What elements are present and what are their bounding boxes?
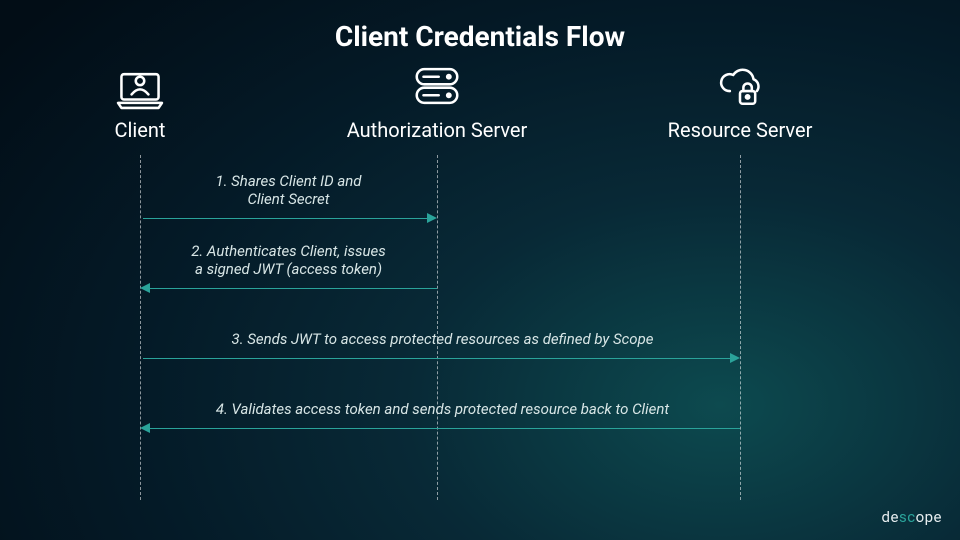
actor-auth-label: Authorization Server <box>337 118 537 142</box>
msg-4-arrow <box>150 428 740 429</box>
msg-1-label: 1. Shares Client ID and Client Secret <box>145 172 432 208</box>
msg-2-arrow <box>150 288 437 289</box>
msg-3-label: 3. Sends JWT to access protected resourc… <box>145 330 740 348</box>
client-laptop-icon <box>113 62 167 110</box>
lifeline-client <box>140 155 141 500</box>
actor-res-label: Resource Server <box>640 118 840 142</box>
msg-2-label: 2. Authenticates Client, issues a signed… <box>145 242 432 278</box>
actor-res: Resource Server <box>640 62 840 142</box>
lifeline-auth <box>437 155 438 500</box>
actor-client: Client <box>40 62 240 142</box>
msg-1-arrow <box>143 218 430 219</box>
actor-client-label: Client <box>40 118 240 142</box>
cloud-lock-icon <box>713 62 767 110</box>
brand-pre: de <box>882 508 899 526</box>
diagram-title: Client Credentials Flow <box>0 0 960 53</box>
msg-3-arrowhead <box>730 353 740 363</box>
msg-3-arrow <box>143 358 733 359</box>
server-icon <box>410 62 464 110</box>
actor-auth: Authorization Server <box>337 62 537 142</box>
msg-4-label: 4. Validates access token and sends prot… <box>145 400 740 418</box>
msg-4-arrowhead <box>140 423 150 433</box>
msg-1-arrowhead <box>427 213 437 223</box>
lifeline-res <box>740 155 741 500</box>
brand-post: ope <box>916 508 942 526</box>
brand-logo: descope <box>882 508 942 526</box>
brand-accent: sc <box>899 508 916 526</box>
msg-2-arrowhead <box>140 283 150 293</box>
